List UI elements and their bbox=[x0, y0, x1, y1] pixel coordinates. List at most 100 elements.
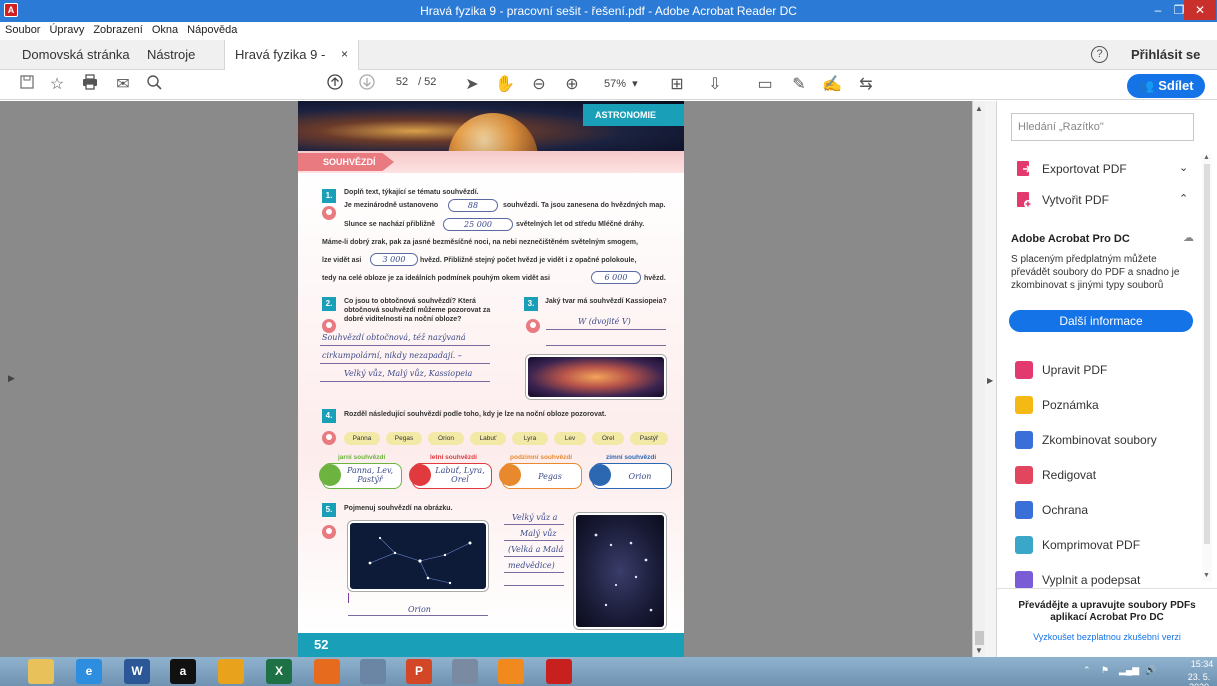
chevron-up-icon[interactable]: ⌃ bbox=[1179, 192, 1188, 205]
previous-page-icon[interactable] bbox=[324, 74, 346, 96]
page-number-input[interactable]: 52 bbox=[389, 76, 415, 88]
menu-help[interactable]: Nápověda bbox=[182, 22, 241, 36]
flag-icon[interactable]: ⚑ bbox=[1101, 665, 1109, 676]
free-trial-link[interactable]: Vyzkoušet bezplatnou zkušební verzi bbox=[1007, 632, 1207, 642]
answer-field: 25 000 bbox=[443, 218, 513, 231]
redact-icon bbox=[1015, 466, 1033, 484]
excel-taskbar-icon[interactable]: X bbox=[266, 659, 292, 684]
answer-text: cirkumpolární, nikdy nezapadají. – bbox=[322, 351, 462, 360]
menu-edit[interactable]: Úpravy bbox=[44, 22, 88, 36]
zoom-value: 57% bbox=[604, 78, 627, 90]
more-info-button[interactable]: Další informace bbox=[1009, 310, 1193, 332]
page-number: 52 bbox=[314, 637, 329, 652]
amazon-taskbar-icon[interactable]: a bbox=[170, 659, 196, 684]
bookmark-star-icon[interactable]: ☆ bbox=[46, 74, 68, 96]
volume-icon[interactable]: 🔊 bbox=[1145, 665, 1156, 676]
text-line: souhvězdí. Ta jsou zanesena do hvězdných… bbox=[503, 202, 666, 209]
calculator-taskbar-icon[interactable] bbox=[360, 659, 386, 684]
question-text: Rozděl následující souhvězdí podle toho,… bbox=[344, 411, 607, 418]
collapse-panel-icon[interactable]: ▶ bbox=[987, 376, 993, 385]
highlight-pen-icon[interactable]: ✎ bbox=[788, 74, 810, 96]
tab-tools[interactable]: Nástroje bbox=[147, 40, 195, 70]
leaf-icon bbox=[319, 464, 341, 486]
tool-edit-pdf[interactable]: Upravit PDF bbox=[1011, 355, 1201, 385]
question-text: Jaký tvar má souhvězdí Kassiopeia? bbox=[545, 298, 667, 305]
print-icon[interactable] bbox=[79, 74, 101, 96]
text-line: světelných let od středu Mléčné dráhy. bbox=[516, 221, 645, 228]
hand-tool-icon[interactable]: ✋ bbox=[494, 74, 516, 96]
more-tools-icon[interactable]: ⇆ bbox=[855, 74, 877, 96]
scrollbar-thumb[interactable] bbox=[975, 631, 984, 645]
sign-in-link[interactable]: Přihlásit se bbox=[1131, 47, 1200, 62]
tool-comment[interactable]: Poznámka bbox=[1011, 390, 1201, 420]
share-label: Sdílet bbox=[1158, 78, 1194, 93]
combine-files-icon bbox=[1015, 431, 1033, 449]
help-icon[interactable]: ? bbox=[1091, 46, 1108, 63]
answer-text: medvědice) bbox=[508, 561, 555, 570]
next-page-icon[interactable] bbox=[356, 74, 378, 96]
tab-home[interactable]: Domovská stránka bbox=[22, 40, 130, 70]
zoom-out-icon[interactable]: ⊖ bbox=[528, 74, 550, 96]
menu-view[interactable]: Zobrazení bbox=[88, 22, 147, 36]
tool-compress-pdf[interactable]: Komprimovat PDF bbox=[1011, 530, 1201, 560]
zoom-level-select[interactable]: 57% ▾ bbox=[604, 77, 638, 90]
clock-time[interactable]: 15:34 bbox=[1188, 659, 1216, 669]
share-button[interactable]: 👥 Sdílet bbox=[1127, 74, 1205, 98]
expand-left-panel-icon[interactable]: ▶ bbox=[8, 373, 15, 384]
scroll-up-arrow-icon[interactable]: ▲ bbox=[1203, 154, 1210, 161]
tool-redact[interactable]: Redigovat bbox=[1011, 460, 1201, 490]
shield-icon bbox=[1015, 501, 1033, 519]
text-line: tedy na celé obloze je za ideálních podm… bbox=[322, 275, 550, 282]
tools-pane: Hledání „Razítko" Exportovat PDF ⌄ Vytvo… bbox=[997, 101, 1217, 657]
tool-label: Redigovat bbox=[1042, 468, 1097, 482]
answer-text: Velký vůz, Malý vůz, Kassiopeia bbox=[344, 369, 473, 378]
close-window-button[interactable]: ✕ bbox=[1184, 0, 1216, 20]
clock-date[interactable]: 23. 5. 2020 bbox=[1182, 672, 1216, 686]
acrobat-taskbar-icon[interactable] bbox=[546, 659, 572, 684]
comment-icon[interactable]: ▭ bbox=[754, 74, 776, 96]
email-icon[interactable]: ✉ bbox=[112, 74, 134, 96]
menu-window[interactable]: Okna bbox=[147, 22, 182, 36]
orion-constellation-drawing bbox=[368, 536, 472, 585]
sun-icon bbox=[409, 464, 431, 486]
save-icon[interactable] bbox=[16, 74, 38, 96]
constellation-tag: Lyra bbox=[512, 432, 548, 445]
scroll-mode-icon[interactable]: ⇩ bbox=[704, 74, 726, 96]
powerpoint-taskbar-icon[interactable]: P bbox=[406, 659, 432, 684]
chrome-taskbar-icon[interactable] bbox=[218, 659, 244, 684]
tools-pane-scrollbar[interactable]: ▲ ▼ bbox=[1202, 154, 1212, 581]
tray-expand-icon[interactable]: ⌃ bbox=[1083, 665, 1091, 676]
tool-export-pdf[interactable]: Exportovat PDF ⌄ bbox=[1011, 154, 1201, 184]
select-cursor-icon[interactable]: ➤ bbox=[463, 74, 481, 96]
document-scrollbar[interactable]: ▲ ▼ bbox=[972, 101, 985, 657]
zoom-search-icon[interactable] bbox=[143, 74, 165, 96]
scroll-down-arrow-icon[interactable]: ▼ bbox=[975, 646, 983, 655]
sign-icon[interactable]: ✍ bbox=[821, 74, 843, 96]
scroll-up-arrow-icon[interactable]: ▲ bbox=[975, 104, 983, 113]
network-icon[interactable]: ▂▄▆ bbox=[1119, 665, 1139, 676]
tool-create-pdf[interactable]: Vytvořit PDF ⌃ bbox=[1011, 185, 1201, 215]
close-tab-icon[interactable]: × bbox=[341, 40, 348, 69]
menu-file[interactable]: Soubor bbox=[0, 22, 44, 36]
chevron-down-icon[interactable]: ⌄ bbox=[1179, 161, 1188, 174]
internet-explorer-taskbar-icon[interactable]: e bbox=[76, 659, 102, 684]
panel-divider[interactable]: ▶ bbox=[985, 101, 997, 657]
question-number: 1. bbox=[322, 189, 336, 203]
tool-label: Vytvořit PDF bbox=[1042, 193, 1109, 207]
tool-shield[interactable]: Ochrana bbox=[1011, 495, 1201, 525]
tab-document[interactable]: Hravá fyzika 9 - pra... × bbox=[224, 40, 359, 91]
search-tools-input[interactable]: Hledání „Razítko" bbox=[1011, 113, 1194, 141]
firefox-taskbar-icon[interactable] bbox=[314, 659, 340, 684]
season-label: jarní souhvězdí bbox=[338, 454, 386, 461]
avast-taskbar-icon[interactable] bbox=[498, 659, 524, 684]
scroll-down-arrow-icon[interactable]: ▼ bbox=[1203, 572, 1210, 579]
zoom-in-icon[interactable]: ⊕ bbox=[561, 74, 583, 96]
scrollbar-thumb[interactable] bbox=[1204, 164, 1210, 544]
text-line: lze vidět asi bbox=[322, 257, 362, 264]
media-player-taskbar-icon[interactable] bbox=[452, 659, 478, 684]
tool-combine-files[interactable]: Zkombinovat soubory bbox=[1011, 425, 1201, 455]
file-explorer-taskbar-icon[interactable] bbox=[28, 659, 54, 684]
constellation-tag: Lev bbox=[554, 432, 586, 445]
fit-page-icon[interactable]: ⊞ bbox=[666, 74, 688, 96]
word-taskbar-icon[interactable]: W bbox=[124, 659, 150, 684]
